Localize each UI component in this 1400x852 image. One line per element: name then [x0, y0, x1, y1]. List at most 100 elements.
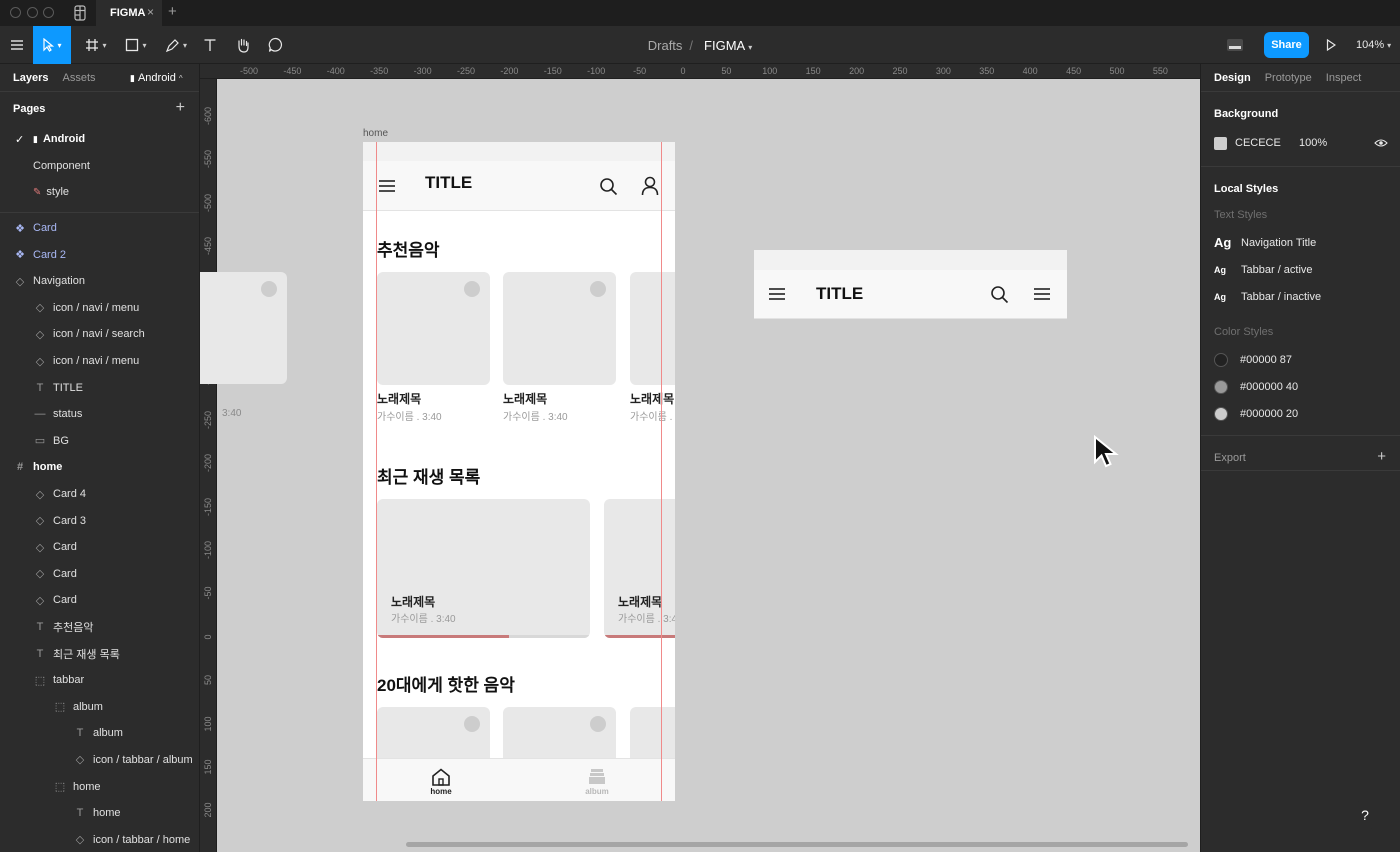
breadcrumb-folder[interactable]: Drafts — [648, 38, 683, 53]
layer-row[interactable]: ◇ icon / tabbar / home — [0, 826, 199, 852]
album-icon[interactable] — [588, 768, 606, 785]
recent-card[interactable]: 노래제목 가수이름 . 3:4 — [604, 499, 675, 638]
main-menu-button[interactable] — [0, 26, 33, 64]
background-swatch[interactable] — [1214, 136, 1227, 150]
horizontal-scrollbar[interactable] — [406, 842, 1188, 847]
new-tab-button[interactable]: + — [168, 3, 177, 20]
shape-tool-button[interactable]: ▾ — [120, 26, 152, 64]
layer-row[interactable]: ◇ icon / tabbar / album — [0, 747, 199, 774]
page-item[interactable]: ✎ style — [0, 179, 199, 206]
layer-row[interactable]: # home — [0, 454, 199, 481]
layer-row[interactable]: ⬚ album — [0, 693, 199, 720]
menu-icon[interactable] — [378, 179, 396, 193]
page-item[interactable]: ✓ ▮ Android — [0, 126, 199, 153]
layer-row[interactable]: ◇ Card — [0, 561, 199, 588]
menu-icon[interactable] — [1033, 287, 1051, 301]
tab-assets[interactable]: Assets — [62, 72, 95, 84]
layer-row[interactable]: T 최근 재생 목록 — [0, 640, 199, 667]
layer-row[interactable]: ◇ Card 4 — [0, 481, 199, 508]
layer-row[interactable]: ◇ Card 3 — [0, 507, 199, 534]
text-style-label: Tabbar / inactive — [1241, 290, 1322, 303]
help-button[interactable]: ? — [1350, 800, 1380, 830]
text-tool-button[interactable] — [200, 26, 220, 64]
layer-row[interactable]: ❖ Card — [0, 215, 199, 242]
navigation-bar[interactable]: TITLE — [363, 161, 675, 211]
layer-row[interactable]: ⬚ home — [0, 773, 199, 800]
menu-icon[interactable] — [768, 287, 786, 301]
layer-row[interactable]: ◇ icon / navi / menu — [0, 295, 199, 322]
close-tab-icon[interactable]: × — [147, 5, 154, 19]
user-icon[interactable] — [641, 176, 659, 196]
avatar[interactable] — [1224, 26, 1246, 64]
color-style-item[interactable]: #000000 40 — [1201, 373, 1400, 400]
card[interactable] — [377, 272, 490, 385]
file-tab[interactable]: FIGMA × — [96, 0, 162, 26]
pen-tool-button[interactable]: ▾ — [160, 26, 192, 64]
ruler-tick-x: 0 — [680, 66, 686, 76]
layer-row[interactable]: ⬚ tabbar — [0, 667, 199, 694]
file-name-menu[interactable]: FIGMA ▾ — [704, 38, 752, 53]
layer-row[interactable]: ❖ Card 2 — [0, 241, 199, 268]
tab-home-label[interactable]: home — [430, 787, 451, 796]
comment-tool-button[interactable] — [265, 26, 287, 64]
offscreen-card[interactable] — [200, 272, 287, 384]
layer-row[interactable]: — status — [0, 401, 199, 428]
layer-row[interactable]: ▭ BG — [0, 428, 199, 455]
layer-row[interactable]: ◇ Card — [0, 534, 199, 561]
zoom-menu[interactable]: 104% ▾ — [1356, 26, 1391, 64]
add-export-button[interactable]: + — [1377, 448, 1386, 465]
layer-label: home — [33, 461, 63, 474]
window-close-control[interactable] — [10, 7, 21, 18]
layer-row[interactable]: ◇ Card — [0, 587, 199, 614]
tab-design[interactable]: Design — [1214, 72, 1251, 84]
navigation-component[interactable]: TITLE — [754, 250, 1067, 319]
layer-row[interactable]: T TITLE — [0, 374, 199, 401]
section-title-recommended: 추천음악 — [377, 241, 440, 260]
window-minimize-control[interactable] — [27, 7, 38, 18]
background-hex[interactable]: CECECE — [1235, 137, 1299, 149]
card-badge — [590, 281, 606, 297]
move-tool-button[interactable]: ▾ — [33, 26, 71, 64]
color-style-item[interactable]: #000000 20 — [1201, 400, 1400, 427]
layer-row[interactable]: ◇ icon / navi / search — [0, 321, 199, 348]
home-frame[interactable]: TITLE 추천음악 노래제목 가수이름 . 3:40 노래제목 가수이름 . … — [363, 142, 675, 801]
share-button[interactable]: Share — [1264, 32, 1309, 58]
tab-inspect[interactable]: Inspect — [1326, 72, 1361, 84]
ruler-tick-y: -250 — [203, 410, 213, 429]
window-zoom-control[interactable] — [43, 7, 54, 18]
add-page-button[interactable]: + — [176, 99, 185, 117]
card[interactable] — [503, 272, 616, 385]
figma-logo-icon[interactable] — [74, 5, 86, 26]
recent-card[interactable]: 노래제목 가수이름 . 3:40 — [377, 499, 590, 638]
layer-row[interactable]: ◇ icon / navi / menu — [0, 348, 199, 375]
tab-layers[interactable]: Layers — [13, 72, 48, 84]
page-selector[interactable]: ▮ Android ^ — [130, 72, 183, 84]
chevron-down-icon: ▾ — [1387, 40, 1392, 50]
text-style-item[interactable]: Ag Tabbar / inactive — [1201, 283, 1400, 310]
background-fill-row[interactable]: CECECE 100% — [1201, 126, 1400, 160]
search-icon[interactable] — [599, 177, 618, 196]
layer-label: icon / tabbar / album — [93, 753, 193, 766]
tab-prototype[interactable]: Prototype — [1265, 72, 1312, 84]
color-style-item[interactable]: #00000 87 — [1201, 346, 1400, 373]
card[interactable] — [630, 272, 675, 385]
frame-label[interactable]: home — [363, 128, 388, 139]
text-style-item[interactable]: Ag Navigation Title — [1201, 229, 1400, 256]
layer-row[interactable]: T 추천음악 — [0, 614, 199, 641]
layer-row[interactable]: Thome — [0, 800, 199, 827]
background-opacity[interactable]: 100% — [1299, 137, 1327, 149]
layer-row[interactable]: Talbum — [0, 720, 199, 747]
text-style-item[interactable]: Ag Tabbar / active — [1201, 256, 1400, 283]
ruler-tick-x: 100 — [762, 66, 778, 76]
hand-tool-button[interactable] — [232, 26, 254, 64]
present-button[interactable] — [1322, 26, 1340, 64]
frame-tool-button[interactable]: ▾ — [80, 26, 112, 64]
tab-album-label[interactable]: album — [585, 787, 609, 796]
layer-row[interactable]: ◇ Navigation — [0, 268, 199, 295]
page-item[interactable]: Component — [0, 153, 199, 180]
hand-icon — [238, 38, 249, 53]
search-icon[interactable] — [990, 285, 1009, 304]
canvas[interactable]: -500 -450 -400 -350 -300 -250 -200 -150 -100 -50 0… — [200, 64, 1200, 852]
home-icon[interactable] — [431, 768, 451, 786]
eye-icon[interactable] — [1374, 138, 1388, 148]
